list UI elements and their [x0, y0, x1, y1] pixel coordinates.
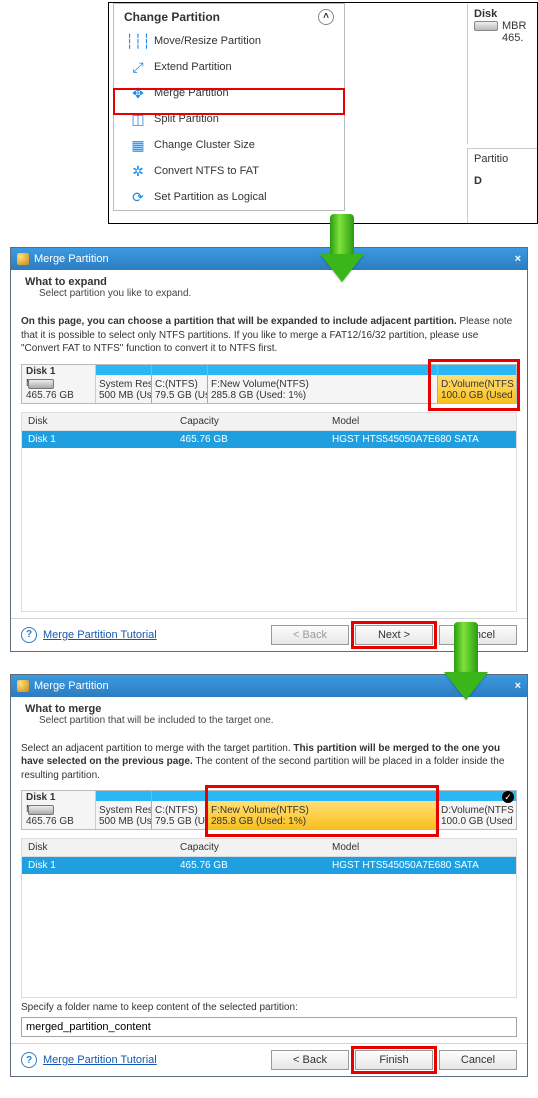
disk-info-panel: Disk MBR 465. [467, 4, 537, 144]
folder-name-input[interactable] [21, 1017, 517, 1037]
body-text: Select an adjacent partition to merge wi… [21, 742, 517, 783]
disk-icon [474, 21, 498, 31]
extend-icon: ⤢ [130, 59, 146, 75]
step-arrow-icon [320, 214, 364, 282]
menu-item-split[interactable]: ◫ Split Partition [114, 106, 344, 132]
context-menu-title: Change Partition [124, 10, 220, 24]
sub-desc: Select partition you like to expand. [25, 288, 513, 299]
partition-seg-d[interactable]: D:Volume(NTFS 100.0 GB (Used [438, 365, 516, 403]
menu-item-extend[interactable]: ⤢ Extend Partition [114, 54, 344, 80]
sub-title: What to expand [25, 276, 513, 288]
folder-label: Specify a folder name to keep content of… [21, 1002, 517, 1013]
disk-bar: Disk 1 MBR 465.76 GB System Res 500 MB (… [21, 364, 517, 404]
body-text: On this page, you can choose a partition… [21, 315, 517, 356]
col-model: Model [326, 839, 516, 856]
app-icon [17, 680, 29, 692]
cluster-icon: ▦ [130, 137, 146, 153]
menu-item-merge[interactable]: ✥ Merge Partition [114, 80, 344, 106]
table-row[interactable]: Disk 1 465.76 GB HGST HTS545050A7E680 SA… [22, 857, 516, 874]
menu-item-convert[interactable]: ✲ Convert NTFS to FAT [114, 158, 344, 184]
dialog-title: Merge Partition [34, 253, 109, 265]
disk-size: 465. [474, 32, 537, 44]
disk-table: Disk Capacity Model Disk 1 465.76 GB HGS… [21, 838, 517, 998]
help-icon[interactable]: ? [21, 627, 37, 643]
partition-seg-f[interactable]: F:New Volume(NTFS) 285.8 GB (Used: 1%) [208, 365, 438, 403]
menu-item-label: Extend Partition [154, 61, 232, 73]
finish-button[interactable]: Finish [355, 1050, 433, 1070]
menu-item-label: Merge Partition [154, 87, 229, 99]
sliders-icon: ┆┆┆ [130, 33, 146, 49]
merge-icon: ✥ [130, 85, 146, 101]
menu-item-label: Set Partition as Logical [154, 191, 267, 203]
step-arrow-icon [444, 622, 488, 700]
menu-item-logical[interactable]: ⟳ Set Partition as Logical [114, 184, 344, 210]
next-button[interactable]: Next > [355, 625, 433, 645]
back-button: < Back [271, 625, 349, 645]
menu-item-label: Change Cluster Size [154, 139, 255, 151]
partition-label: Partitio [474, 153, 537, 165]
disk-size: 465.76 GB [26, 816, 91, 828]
partition-seg-c[interactable]: C:(NTFS) 79.5 GB (Us [152, 365, 208, 403]
context-menu-panel: Change Partition ˄ ┆┆┆ Move/Resize Parti… [108, 2, 538, 224]
menu-item-cluster[interactable]: ▦ Change Cluster Size [114, 132, 344, 158]
disk-table: Disk Capacity Model Disk 1 465.76 GB HGS… [21, 412, 517, 612]
menu-item-label: Split Partition [154, 113, 219, 125]
disk-icon [28, 379, 54, 389]
disk-name: Disk 1 [26, 792, 55, 803]
close-icon[interactable]: × [515, 680, 521, 692]
help-link[interactable]: Merge Partition Tutorial [43, 1054, 157, 1066]
dialog-title: Merge Partition [34, 680, 109, 692]
merge-dialog-step1: Merge Partition × What to expand Select … [10, 247, 528, 652]
app-icon [17, 253, 29, 265]
col-capacity: Capacity [174, 413, 326, 430]
convert-icon: ✲ [130, 163, 146, 179]
back-button[interactable]: < Back [271, 1050, 349, 1070]
menu-item-label: Move/Resize Partition [154, 35, 261, 47]
col-disk: Disk [22, 413, 174, 430]
disk-name: Disk 1 [26, 366, 55, 377]
col-model: Model [326, 413, 516, 430]
partition-letter: D [474, 175, 482, 187]
partition-seg-system[interactable]: System Res 500 MB (Us [96, 365, 152, 403]
disk-bar: Disk 1 MBR 465.76 GB System Res 500 MB (… [21, 790, 517, 830]
logical-icon: ⟳ [130, 189, 146, 205]
partition-seg-system[interactable]: System Res 500 MB (Us [96, 791, 152, 829]
disk-scheme: MBR [502, 20, 526, 32]
context-menu: Change Partition ˄ ┆┆┆ Move/Resize Parti… [113, 3, 345, 211]
disk-label: Disk [474, 8, 497, 20]
menu-item-move-resize[interactable]: ┆┆┆ Move/Resize Partition [114, 28, 344, 54]
collapse-icon[interactable]: ˄ [318, 9, 334, 25]
table-row[interactable]: Disk 1 465.76 GB HGST HTS545050A7E680 SA… [22, 431, 516, 448]
menu-item-label: Convert NTFS to FAT [154, 165, 259, 177]
titlebar: Merge Partition × [11, 248, 527, 270]
disk-size: 465.76 GB [26, 390, 91, 402]
partition-info-panel: Partitio D [467, 148, 537, 224]
partition-seg-f[interactable]: F:New Volume(NTFS) 285.8 GB (Used: 1%) [208, 791, 438, 829]
sub-title: What to merge [25, 703, 513, 715]
col-capacity: Capacity [174, 839, 326, 856]
sub-desc: Select partition that will be included t… [25, 715, 513, 726]
help-link[interactable]: Merge Partition Tutorial [43, 629, 157, 641]
partition-seg-d[interactable]: ✓ D:Volume(NTFS 100.0 GB (Used [438, 791, 516, 829]
cancel-button[interactable]: Cancel [439, 1050, 517, 1070]
check-icon: ✓ [502, 791, 514, 803]
partition-seg-c[interactable]: C:(NTFS) 79.5 GB (Us [152, 791, 208, 829]
merge-dialog-step2: Merge Partition × What to merge Select p… [10, 674, 528, 1078]
split-icon: ◫ [130, 111, 146, 127]
col-disk: Disk [22, 839, 174, 856]
disk-icon [28, 805, 54, 815]
help-icon[interactable]: ? [21, 1052, 37, 1068]
close-icon[interactable]: × [515, 253, 521, 265]
